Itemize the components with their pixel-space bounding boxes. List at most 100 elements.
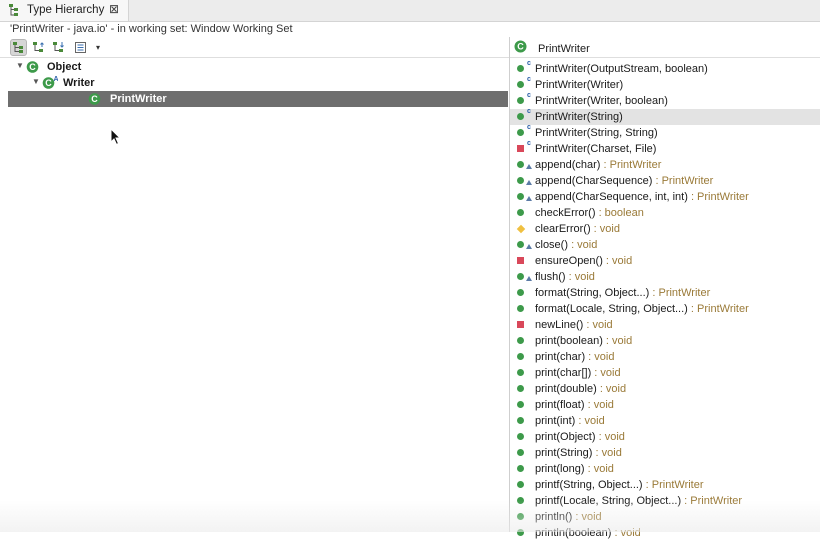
public-visibility-icon <box>517 209 524 216</box>
member-item[interactable]: printf(String, Object...) : PrintWriter <box>510 477 820 493</box>
member-return-type: : void <box>595 431 625 443</box>
member-return-type: : void <box>575 415 605 427</box>
member-return-type: : PrintWriter <box>687 191 749 203</box>
expand-toggle-icon[interactable]: ▼ <box>32 77 40 86</box>
member-item[interactable]: append(CharSequence, int, int) : PrintWr… <box>510 189 820 205</box>
member-name: flush() <box>535 271 566 283</box>
member-return-type: : void <box>565 271 595 283</box>
show-type-hierarchy-button[interactable] <box>10 39 27 56</box>
public-visibility-icon <box>517 129 524 136</box>
private-visibility-icon <box>517 321 524 328</box>
member-label: newLine() : void <box>535 319 613 331</box>
show-supertype-hierarchy-icon <box>33 42 44 52</box>
member-return-type: : void <box>584 399 614 411</box>
public-visibility-icon <box>517 177 524 184</box>
tree-item-writer[interactable]: ▼ C A Writer <box>8 75 508 91</box>
public-visibility-icon <box>517 353 524 360</box>
protected-visibility-icon <box>516 224 526 234</box>
show-subtype-hierarchy-button[interactable] <box>50 39 67 56</box>
member-item[interactable]: println() : void <box>510 509 820 525</box>
private-visibility-icon <box>517 145 524 152</box>
tree-item-label: PrintWriter <box>110 93 167 105</box>
member-item[interactable]: print(char[]) : void <box>510 365 820 381</box>
member-item[interactable]: print(long) : void <box>510 461 820 477</box>
member-label: PrintWriter(OutputStream, boolean) <box>535 63 708 75</box>
member-name: clearError() <box>535 223 591 235</box>
member-label: PrintWriter(Writer, boolean) <box>535 95 668 107</box>
members-title: PrintWriter <box>538 43 590 55</box>
close-icon[interactable]: ⊠ <box>109 2 119 16</box>
public-visibility-icon <box>517 369 524 376</box>
constructor-marker-icon: c <box>527 76 531 83</box>
member-name: printf(String, Object...) <box>535 479 643 491</box>
member-item[interactable]: print(boolean) : void <box>510 333 820 349</box>
member-item[interactable]: print(Object) : void <box>510 429 820 445</box>
member-item[interactable]: checkError() : boolean <box>510 205 820 221</box>
layout-menu-button[interactable] <box>72 39 89 56</box>
public-visibility-icon <box>517 113 524 120</box>
member-return-type: : PrintWriter <box>652 175 714 187</box>
member-name: append(char) <box>535 159 601 171</box>
member-item[interactable]: ensureOpen() : void <box>510 253 820 269</box>
member-label: println(boolean) : void <box>535 527 641 539</box>
member-item[interactable]: close() : void <box>510 237 820 253</box>
tab-type-hierarchy[interactable]: Type Hierarchy ⊠ <box>0 0 129 21</box>
member-item[interactable]: print(String) : void <box>510 445 820 461</box>
public-visibility-icon <box>517 289 524 296</box>
tree-item-object[interactable]: ▼ C Object <box>8 59 508 75</box>
member-name: PrintWriter(Writer, boolean) <box>535 95 668 107</box>
tree-item-printwriter[interactable]: C PrintWriter <box>8 91 508 107</box>
member-item[interactable]: printf(Locale, String, Object...) : Prin… <box>510 493 820 509</box>
member-item[interactable]: print(double) : void <box>510 381 820 397</box>
member-item[interactable]: print(char) : void <box>510 349 820 365</box>
member-item[interactable]: c PrintWriter(String, String) <box>510 124 820 141</box>
member-item[interactable]: print(int) : void <box>510 413 820 429</box>
member-label: print(char[]) : void <box>535 367 621 379</box>
member-label: print(int) : void <box>535 415 605 427</box>
member-item[interactable]: print(float) : void <box>510 397 820 413</box>
expand-toggle-icon[interactable]: ▼ <box>16 61 24 70</box>
member-item[interactable]: flush() : void <box>510 269 820 285</box>
tree-item-label: Object <box>47 61 82 73</box>
member-name: print(String) <box>535 447 593 459</box>
public-visibility-icon <box>517 337 524 344</box>
svg-text:C: C <box>91 94 98 104</box>
member-return-type: : PrintWriter <box>687 303 749 315</box>
member-name: print(float) <box>535 399 585 411</box>
member-item[interactable]: format(Locale, String, Object...) : Prin… <box>510 301 820 317</box>
member-label: append(char) : PrintWriter <box>535 159 661 171</box>
member-item[interactable]: println(boolean) : void <box>510 525 820 541</box>
member-label: PrintWriter(String) <box>535 111 623 123</box>
override-marker-icon <box>526 196 532 201</box>
member-name: PrintWriter(String) <box>535 111 623 123</box>
member-name: print(Object) <box>535 431 596 443</box>
constructor-marker-icon: c <box>527 108 531 115</box>
member-return-type: : void <box>585 351 615 363</box>
member-return-type: : void <box>591 367 621 379</box>
member-name: printf(Locale, String, Object...) <box>535 495 682 507</box>
override-marker-icon <box>526 244 532 249</box>
member-item[interactable]: append(char) : PrintWriter <box>510 157 820 173</box>
chevron-down-icon[interactable]: ▾ <box>96 43 100 52</box>
show-supertype-hierarchy-button[interactable] <box>30 39 47 56</box>
member-item[interactable]: clearError() : void <box>510 221 820 237</box>
tab-title: Type Hierarchy <box>27 4 105 16</box>
override-marker-icon <box>526 276 532 281</box>
member-name: print(double) <box>535 383 597 395</box>
member-label: PrintWriter(Charset, File) <box>535 143 656 155</box>
member-item[interactable]: format(String, Object...) : PrintWriter <box>510 285 820 301</box>
public-visibility-icon <box>517 433 524 440</box>
member-item[interactable]: c PrintWriter(Charset, File) <box>510 140 820 157</box>
member-label: ensureOpen() : void <box>535 255 632 267</box>
member-label: print(Object) : void <box>535 431 625 443</box>
show-subtype-hierarchy-icon <box>53 42 64 52</box>
member-item[interactable]: append(CharSequence) : PrintWriter <box>510 173 820 189</box>
member-label: printf(String, Object...) : PrintWriter <box>535 479 704 491</box>
member-item[interactable]: c PrintWriter(String) <box>510 108 820 125</box>
member-name: append(CharSequence, int, int) <box>535 191 688 203</box>
member-item[interactable]: c PrintWriter(Writer) <box>510 76 820 93</box>
public-visibility-icon <box>517 241 524 248</box>
member-item[interactable]: newLine() : void <box>510 317 820 333</box>
member-item[interactable]: c PrintWriter(Writer, boolean) <box>510 92 820 109</box>
member-item[interactable]: c PrintWriter(OutputStream, boolean) <box>510 60 820 77</box>
